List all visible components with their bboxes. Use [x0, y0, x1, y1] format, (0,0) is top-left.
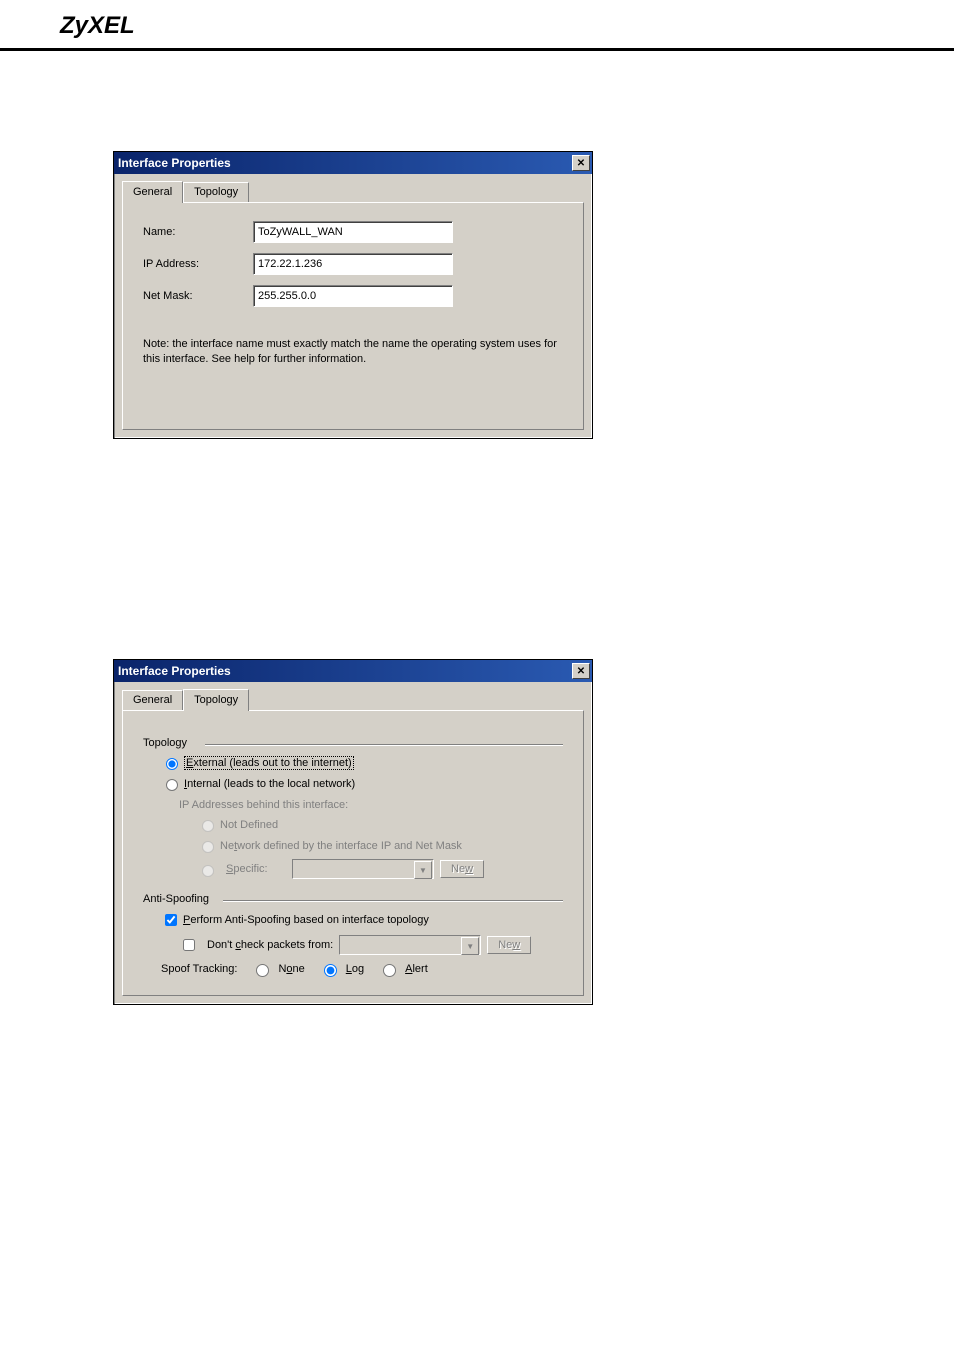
dont-check-label: Don't check packets from:	[207, 939, 333, 951]
perform-antispoof-checkbox[interactable]	[165, 914, 177, 926]
new-specific-button: New	[440, 860, 484, 878]
interface-properties-dialog-general: Interface Properties ✕ General Topology …	[113, 151, 593, 439]
close-icon[interactable]: ✕	[572, 663, 590, 679]
radio-spoof-alert-label: Alert	[405, 963, 428, 975]
dont-check-checkbox[interactable]	[183, 939, 195, 951]
close-icon[interactable]: ✕	[572, 155, 590, 171]
tabstrip: General Topology	[122, 180, 584, 202]
spoof-log-row[interactable]: Log	[319, 961, 364, 977]
dont-check-dropdown: ▼	[339, 935, 481, 955]
mask-input[interactable]	[253, 285, 453, 307]
radio-external-label: EExternal (leads out to the internet)xte…	[184, 756, 354, 770]
specific-dropdown: ▼	[292, 859, 434, 879]
ip-label: IP Address:	[143, 258, 253, 270]
chevron-down-icon: ▼	[414, 861, 432, 879]
radio-spoof-none[interactable]	[256, 964, 269, 977]
tab-topology[interactable]: Topology	[183, 689, 249, 711]
note-text: Note: the interface name must exactly ma…	[143, 337, 563, 368]
chevron-down-icon: ▼	[461, 937, 479, 955]
radio-internal-row[interactable]: Internal (leads to the local network)	[161, 776, 563, 791]
radio-specific	[202, 865, 214, 877]
topology-panel: Topology EExternal (leads out to the int…	[122, 710, 584, 996]
general-panel: Name: IP Address: Net Mask: Note: the in…	[122, 202, 584, 430]
radio-spoof-log[interactable]	[324, 964, 337, 977]
radio-external[interactable]	[166, 758, 178, 770]
antispoof-group-label: Anti-Spoofing	[143, 893, 563, 905]
spoof-alert-row[interactable]: Alert	[378, 961, 428, 977]
new-dontcheck-button: New	[487, 936, 531, 954]
ip-behind-label: IP Addresses behind this interface:	[179, 799, 563, 811]
interface-properties-dialog-topology: Interface Properties ✕ General Topology …	[113, 659, 593, 1005]
titlebar: Interface Properties ✕	[114, 660, 592, 682]
titlebar: Interface Properties ✕	[114, 152, 592, 174]
mask-label: Net Mask:	[143, 290, 253, 302]
tab-general[interactable]: General	[122, 690, 183, 710]
topology-group-label: Topology	[143, 737, 563, 749]
radio-network-defined	[202, 841, 214, 853]
tab-topology[interactable]: Topology	[183, 182, 249, 202]
tab-general[interactable]: General	[122, 181, 183, 203]
radio-not-defined-label: Not Defined	[220, 819, 278, 831]
page-header-brand: ZyXEL	[0, 0, 954, 51]
name-label: Name:	[143, 226, 253, 238]
radio-internal[interactable]	[166, 779, 178, 791]
radio-spoof-alert[interactable]	[383, 964, 396, 977]
dialog-title: Interface Properties	[118, 156, 231, 170]
spoof-tracking-label: Spoof Tracking:	[161, 963, 237, 975]
tabstrip: General Topology	[122, 688, 584, 710]
perform-antispoof-label: Perform Anti-Spoofing based on interface…	[183, 914, 429, 926]
ip-input[interactable]	[253, 253, 453, 275]
radio-specific-label: Specific:	[226, 863, 286, 875]
radio-network-defined-label: Network defined by the interface IP and …	[220, 840, 462, 852]
name-input[interactable]	[253, 221, 453, 243]
radio-not-defined	[202, 820, 214, 832]
spoof-none-row[interactable]: None	[251, 961, 304, 977]
radio-internal-label: Internal (leads to the local network)	[184, 778, 355, 790]
perform-antispoof-row[interactable]: Perform Anti-Spoofing based on interface…	[161, 911, 563, 929]
radio-spoof-none-label: None	[278, 963, 304, 975]
radio-external-row[interactable]: EExternal (leads out to the internet)xte…	[161, 755, 563, 770]
dialog-title: Interface Properties	[118, 664, 231, 678]
radio-spoof-log-label: Log	[346, 963, 364, 975]
